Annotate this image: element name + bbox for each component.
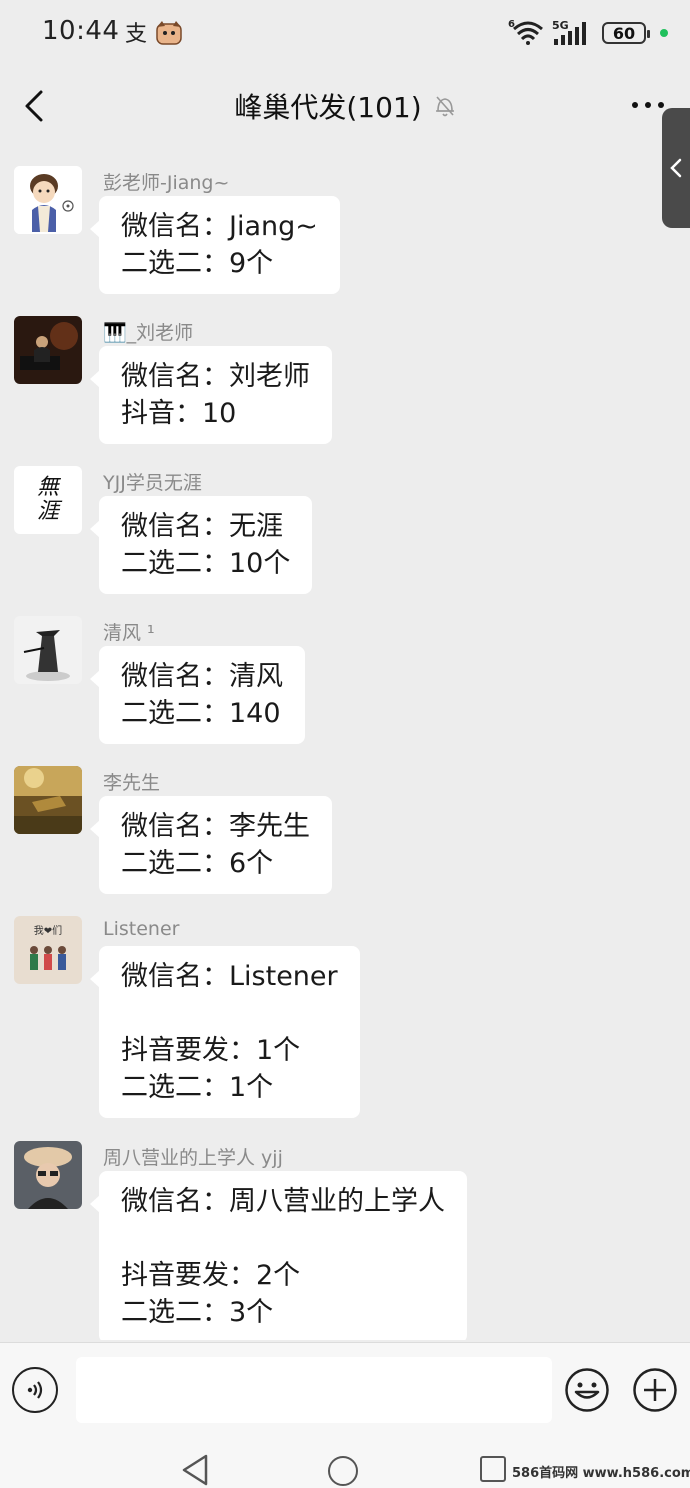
message-bubble[interactable]: 微信名：周八营业的上学人 抖音要发：2个 二选二：3个 (90, 1171, 467, 1340)
sender-name: 李先生 (103, 772, 161, 794)
status-indicators: 6 5G 60 (508, 18, 668, 48)
status-time: 10:44 (42, 16, 120, 46)
sender-name: 周八营业的上学人 yjj (103, 1147, 283, 1169)
message-bubble[interactable]: 微信名：李先生 二选二：6个 (90, 796, 332, 894)
nav-home-icon[interactable] (328, 1456, 358, 1486)
message-line: 二选二：3个 (121, 1297, 274, 1328)
avatar[interactable] (14, 1141, 82, 1209)
chat-title: 峰巢代发(101) (234, 91, 422, 124)
message-line: 二选二：1个 (121, 1072, 274, 1103)
message-line (121, 1220, 445, 1257)
message-line: 微信名：周八营业的上学人 (121, 1186, 445, 1217)
message-bubble[interactable]: 微信名：Jiang~ 二选二：9个 (90, 196, 340, 294)
cellular-signal-icon: 5G (552, 19, 594, 47)
alipay-icon: 支 (124, 18, 150, 48)
voice-icon (27, 1381, 43, 1399)
message-line: 微信名：无涯 (121, 511, 283, 542)
sender-name: Listener (103, 918, 180, 940)
message-list[interactable]: 彭老师-Jiang~ 微信名：Jiang~ 二选二：9个 🎹_刘老师 微信名：刘老… (0, 150, 690, 1340)
message-bubble[interactable]: 微信名：无涯 二选二：10个 (89, 496, 313, 594)
avatar[interactable]: 無涯 (14, 466, 82, 534)
network-label: 5G (552, 19, 569, 32)
avatar[interactable]: 我❤们 (14, 916, 82, 984)
sender-name: 清风 ¹ (103, 622, 155, 644)
avatar[interactable] (14, 166, 82, 234)
message-line: 二选二：140 (121, 698, 281, 729)
battery-indicator: 60 (602, 22, 650, 44)
message-line: 抖音：10 (121, 398, 237, 429)
emoji-button[interactable] (564, 1367, 610, 1413)
input-bar (0, 1342, 690, 1437)
message-line: 微信名：清风 (121, 661, 283, 692)
message-line (121, 995, 338, 1032)
message-line: 微信名：刘老师 (121, 361, 310, 392)
system-nav-bar: 586首码网 www.h586.com (0, 1436, 690, 1488)
message-bubble[interactable]: 微信名：Listener 抖音要发：1个 二选二：1个 (90, 946, 360, 1118)
dog-app-icon (154, 18, 184, 48)
message-line: 二选二：10个 (121, 548, 291, 579)
more-icon (632, 102, 664, 108)
message-input[interactable] (76, 1357, 552, 1423)
message-line: 微信名：李先生 (121, 811, 310, 842)
message-bubble[interactable]: 微信名：刘老师 抖音：10 (90, 346, 332, 444)
avatar[interactable] (14, 316, 82, 384)
message-line: 二选二：6个 (121, 848, 274, 879)
svg-text:支: 支 (125, 22, 147, 46)
wifi-icon: 6 (508, 17, 544, 49)
sender-name: 彭老师-Jiang~ (103, 172, 230, 194)
message-line: 微信名：Jiang~ (121, 211, 318, 242)
plus-icon (633, 1368, 677, 1412)
watermark: 586首码网 www.h586.com (512, 1466, 690, 1481)
nav-recent-icon[interactable] (480, 1456, 506, 1482)
message-line: 抖音要发：2个 (121, 1260, 301, 1291)
chat-title-wrap: 峰巢代发(101) (0, 86, 690, 126)
sender-name: 🎹_刘老师 (103, 322, 194, 344)
avatar-logo-text: 無涯 (36, 475, 59, 524)
avatar[interactable] (14, 766, 82, 834)
avatar[interactable] (14, 616, 82, 684)
sender-name: YJJ学员无涯 (103, 472, 202, 494)
message-line: 微信名：Listener (121, 961, 338, 992)
status-bar: 10:44 支 6 5G 60 (0, 0, 690, 68)
chat-header: 峰巢代发(101) (0, 68, 690, 144)
voice-button[interactable] (12, 1367, 58, 1413)
message-bubble[interactable]: 微信名：清风 二选二：140 (90, 646, 305, 744)
emoji-icon (565, 1368, 609, 1412)
privacy-dot (660, 29, 668, 37)
nav-back-icon[interactable] (180, 1454, 210, 1486)
message-line: 二选二：9个 (121, 248, 274, 279)
mute-bell-icon (435, 96, 454, 117)
message-line: 抖音要发：1个 (121, 1035, 301, 1066)
more-actions-button[interactable] (632, 1367, 678, 1413)
